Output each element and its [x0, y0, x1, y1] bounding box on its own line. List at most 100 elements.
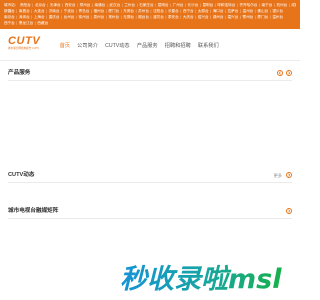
more-arrow-button[interactable]	[277, 70, 283, 76]
city-link[interactable]: 深圳台	[19, 15, 30, 19]
city-link[interactable]: 鄂州台	[243, 15, 254, 19]
city-link[interactable]: 北京台	[35, 3, 46, 7]
city-link[interactable]: 西宁台	[183, 9, 194, 13]
more-arrow-button[interactable]	[286, 70, 292, 76]
city-link[interactable]: 郑州台	[80, 3, 91, 7]
chevron-right-icon	[288, 71, 291, 75]
divider: |	[259, 3, 260, 7]
city-link[interactable]: 佛山台	[257, 9, 268, 13]
divider: |	[77, 3, 78, 7]
divider: |	[105, 9, 107, 13]
city-link[interactable]: 福州台	[93, 9, 104, 13]
divider: |	[195, 15, 197, 19]
city-link[interactable]: 黑龙江台	[19, 21, 33, 25]
city-link[interactable]: 温州台	[272, 15, 283, 19]
nav-products[interactable]: 产品服务	[133, 39, 161, 53]
city-link[interactable]: 无锡台	[123, 15, 134, 19]
nav-cutv-news[interactable]: CUTV动态	[102, 39, 134, 53]
city-link[interactable]: 太原台	[198, 9, 209, 13]
city-link[interactable]: 长春台	[168, 9, 179, 13]
products-section: 产品服务	[8, 68, 292, 81]
city-link[interactable]: 潍坊台	[153, 15, 164, 19]
city-link[interactable]: 台州台	[64, 15, 75, 19]
divider: |	[61, 9, 63, 13]
city-link[interactable]: 厦门台	[257, 15, 268, 19]
news-section: CUTV动态 更多	[8, 170, 292, 183]
city-link[interactable]: 南宁台	[262, 3, 273, 7]
divider: |	[34, 21, 36, 25]
city-link[interactable]: 温州台	[243, 9, 254, 13]
city-link[interactable]: 沈阳台	[153, 9, 164, 13]
city-link[interactable]: 昆明台	[202, 3, 213, 7]
divider: |	[120, 15, 122, 19]
city-link[interactable]: 嘉兴台	[228, 15, 239, 19]
city-link[interactable]: 泉州台	[93, 15, 104, 19]
city-link[interactable]: 烟台台	[138, 15, 149, 19]
city-link[interactable]: 杭州台	[276, 3, 287, 7]
divider: |	[106, 3, 108, 7]
city-link[interactable]: 石家庄台	[139, 3, 153, 7]
divider: |	[61, 15, 63, 19]
more-arrow-button[interactable]	[286, 208, 292, 214]
city-link[interactable]: 西藏台	[37, 21, 48, 25]
city-link[interactable]: 南昌台	[19, 9, 30, 13]
divider: |	[180, 15, 182, 19]
city-link[interactable]: 东莞台	[123, 9, 134, 13]
more-arrow-button[interactable]	[286, 172, 292, 178]
city-link[interactable]: 兰州台	[124, 3, 135, 7]
city-link[interactable]: 昆明台	[158, 3, 169, 7]
city-link[interactable]: 齐齐哈尔台	[239, 3, 257, 7]
divider: |	[185, 3, 186, 7]
city-link[interactable]: 新疆台	[4, 9, 15, 13]
city-link[interactable]: 大庆台	[183, 15, 194, 19]
divider: |	[165, 9, 167, 13]
city-link[interactable]: 大连台	[34, 9, 45, 13]
city-link[interactable]: 广州台	[173, 3, 184, 7]
section-title: 产品服务	[8, 70, 31, 76]
divider: |	[254, 15, 256, 19]
city-link[interactable]: 西宁台	[4, 21, 15, 25]
divider: |	[165, 15, 167, 19]
city-link[interactable]: 厦门台	[108, 9, 119, 13]
city-link[interactable]: 徐州台	[79, 15, 90, 19]
city-link[interactable]: 拉萨台	[228, 9, 239, 13]
divider: |	[236, 3, 238, 7]
city-link[interactable]: 呼和浩特台	[217, 3, 235, 7]
city-link[interactable]: 常州台	[108, 15, 119, 19]
city-link[interactable]: 绍兴台	[198, 15, 209, 19]
divider: |	[136, 3, 138, 7]
divider: |	[239, 15, 241, 19]
city-link[interactable]: 南通台	[95, 3, 106, 7]
city-link[interactable]: 济南台	[49, 9, 60, 13]
watermark-text: 秒收录啦msl	[120, 264, 282, 294]
city-link[interactable]: 重庆台	[49, 15, 60, 19]
city-link[interactable]: 贵阳台	[20, 3, 31, 7]
nav-contact[interactable]: 联系我们	[194, 39, 222, 53]
nav-home[interactable]: 首页	[56, 39, 74, 53]
divider: |	[150, 15, 152, 19]
city-link[interactable]: 泰安台	[168, 15, 179, 19]
city-link[interactable]: 苏州台	[138, 9, 149, 13]
city-link[interactable]: 西安台	[65, 3, 76, 7]
city-link[interactable]: 南京台	[4, 15, 15, 19]
divider: |	[31, 15, 33, 19]
city-link[interactable]: 天津台	[50, 3, 61, 7]
city-link[interactable]: 青岛台	[79, 9, 90, 13]
main-nav: 首页 公司简介 CUTV动态 产品服务 招聘和招聘 联系我们	[56, 39, 222, 53]
cutv-logo[interactable]: CUTV 城市联合网络电视台 CUTV	[8, 36, 54, 56]
nav-company-profile[interactable]: 公司简介	[74, 39, 102, 53]
section-header: 产品服务	[8, 68, 292, 81]
city-link[interactable]: 武汉台	[109, 3, 120, 7]
city-link[interactable]: 海口台	[213, 9, 224, 13]
city-link[interactable]: 成都台	[291, 3, 296, 7]
city-link[interactable]: 湖州台	[213, 15, 224, 19]
city-link[interactable]: 长沙台	[188, 3, 199, 7]
city-link[interactable]: 上海台	[34, 15, 45, 19]
nav-jobs[interactable]: 招聘和招聘	[161, 39, 194, 53]
divider: |	[195, 9, 197, 13]
city-link[interactable]: 宁波台	[64, 9, 75, 13]
more-link[interactable]: 更多	[274, 172, 282, 179]
divider: |	[120, 9, 122, 13]
divider: |	[135, 9, 137, 13]
city-link[interactable]: 银川台	[272, 9, 283, 13]
